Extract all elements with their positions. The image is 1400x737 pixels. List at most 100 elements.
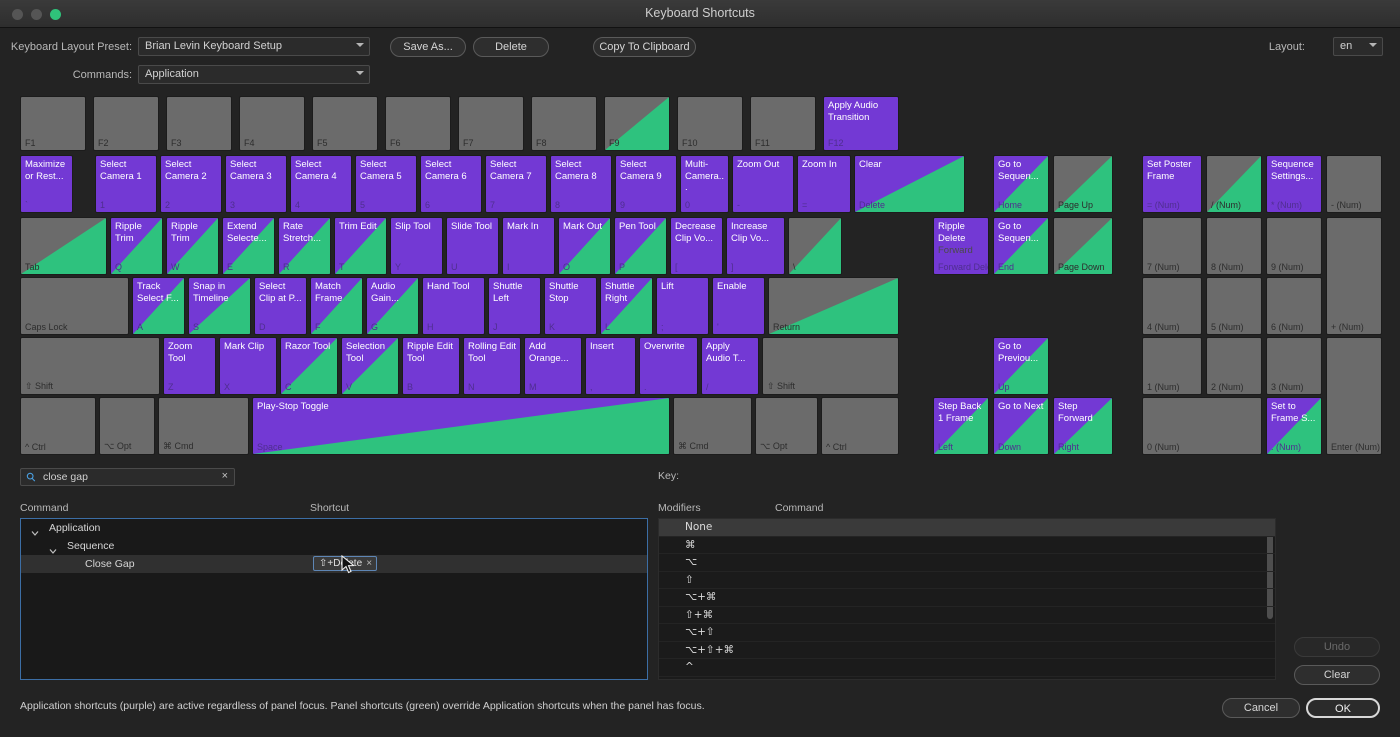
- key-0[interactable]: Multi-Camera...0: [680, 155, 729, 213]
- undo-button[interactable]: Undo: [1294, 637, 1380, 657]
- modifier-row[interactable]: ⇧: [659, 572, 1275, 590]
- key-s[interactable]: Snap in TimelineS: [188, 277, 251, 335]
- key-num[interactable]: Set Poster Frame= (Num): [1142, 155, 1202, 213]
- key-t[interactable]: Trim EditT: [334, 217, 387, 275]
- key-num[interactable]: Set to Frame S.... (Num): [1266, 397, 1322, 455]
- key-f10[interactable]: F10: [677, 96, 743, 151]
- key-[interactable]: Decrease Clip Vo...[: [670, 217, 723, 275]
- key-f7[interactable]: F7: [458, 96, 524, 151]
- key-5[interactable]: Select Camera 55: [355, 155, 417, 213]
- key-home[interactable]: Go to Sequen...Home: [993, 155, 1049, 213]
- key-end[interactable]: Go to Sequen...End: [993, 217, 1049, 275]
- key-3-num[interactable]: 3 (Num): [1266, 337, 1322, 395]
- key-[interactable]: Lift;: [656, 277, 709, 335]
- key-y[interactable]: Slip ToolY: [390, 217, 443, 275]
- key-f[interactable]: Match FrameF: [310, 277, 363, 335]
- save-as-button[interactable]: Save As...: [390, 37, 466, 57]
- key-f4[interactable]: F4: [239, 96, 305, 151]
- modifier-row[interactable]: ⌥: [659, 554, 1275, 572]
- key-3[interactable]: Select Camera 33: [225, 155, 287, 213]
- command-tree-row[interactable]: Application: [21, 519, 647, 537]
- key-opt[interactable]: ⌥ Opt: [755, 397, 818, 455]
- key-w[interactable]: Ripple TrimW: [166, 217, 219, 275]
- key-d[interactable]: Select Clip at P...D: [254, 277, 307, 335]
- key-num[interactable]: + (Num): [1326, 217, 1382, 335]
- key-l[interactable]: Shuttle RightL: [600, 277, 653, 335]
- key-shift[interactable]: ⇧ Shift: [20, 337, 160, 395]
- key-o[interactable]: Mark OutO: [558, 217, 611, 275]
- key-8[interactable]: Select Camera 88: [550, 155, 612, 213]
- ok-button[interactable]: OK: [1306, 698, 1380, 718]
- key-num[interactable]: - (Num): [1326, 155, 1382, 213]
- cancel-button[interactable]: Cancel: [1222, 698, 1300, 718]
- key-shift[interactable]: ⇧ Shift: [762, 337, 899, 395]
- key-ctrl[interactable]: ^ Ctrl: [821, 397, 899, 455]
- delete-button[interactable]: Delete: [473, 37, 549, 57]
- key-8-num[interactable]: 8 (Num): [1206, 217, 1262, 275]
- modifier-row[interactable]: None: [659, 519, 1275, 537]
- key-f12[interactable]: Apply Audio TransitionF12: [823, 96, 899, 151]
- key-f5[interactable]: F5: [312, 96, 378, 151]
- modifier-row[interactable]: ⇧+⌘: [659, 607, 1275, 625]
- modifier-row[interactable]: ⌥+⌘: [659, 589, 1275, 607]
- key-[interactable]: Zoom Out-: [732, 155, 794, 213]
- search-input[interactable]: close gap ×: [20, 468, 235, 486]
- key-f8[interactable]: F8: [531, 96, 597, 151]
- remove-shortcut-icon[interactable]: ×: [366, 557, 372, 570]
- key-page-up[interactable]: Page Up: [1053, 155, 1113, 213]
- key-[interactable]: Apply Audio T.../: [701, 337, 759, 395]
- key-delete[interactable]: ClearDelete: [854, 155, 965, 213]
- key-page-down[interactable]: Page Down: [1053, 217, 1113, 275]
- key-up[interactable]: Go to Previou...Up: [993, 337, 1049, 395]
- key-enter-num[interactable]: Enter (Num): [1326, 337, 1382, 455]
- key-m[interactable]: Add Orange...M: [524, 337, 582, 395]
- key-caps-lock[interactable]: Caps Lock: [20, 277, 129, 335]
- command-tree-row[interactable]: Close Gap⇧+Delete×: [21, 555, 647, 573]
- key-7-num[interactable]: 7 (Num): [1142, 217, 1202, 275]
- key-f9[interactable]: F9: [604, 96, 670, 151]
- key-e[interactable]: Extend Selecte...E: [222, 217, 275, 275]
- key-num[interactable]: Sequence Settings...* (Num): [1266, 155, 1322, 213]
- command-tree-row[interactable]: Sequence: [21, 537, 647, 555]
- modifier-row[interactable]: ⌥+⇧: [659, 624, 1275, 642]
- modifier-row[interactable]: ⌘: [659, 537, 1275, 555]
- key-k[interactable]: Shuttle StopK: [544, 277, 597, 335]
- key-x[interactable]: Mark ClipX: [219, 337, 277, 395]
- key-n[interactable]: Rolling Edit ToolN: [463, 337, 521, 395]
- key-tab[interactable]: Tab: [20, 217, 107, 275]
- key-[interactable]: Maximize or Rest...`: [20, 155, 73, 213]
- key-7[interactable]: Select Camera 77: [485, 155, 547, 213]
- key-z[interactable]: Zoom ToolZ: [163, 337, 216, 395]
- key-f1[interactable]: F1: [20, 96, 86, 151]
- key-g[interactable]: Audio Gain...G: [366, 277, 419, 335]
- key-[interactable]: Insert,: [585, 337, 636, 395]
- clear-button[interactable]: Clear: [1294, 665, 1380, 685]
- key-right[interactable]: Step ForwardRight: [1053, 397, 1113, 455]
- key-p[interactable]: Pen ToolP: [614, 217, 667, 275]
- key-ctrl[interactable]: ^ Ctrl: [20, 397, 96, 455]
- key-9[interactable]: Select Camera 99: [615, 155, 677, 213]
- key-q[interactable]: Ripple TrimQ: [110, 217, 163, 275]
- key-h[interactable]: Hand ToolH: [422, 277, 485, 335]
- modifiers-list[interactable]: None⌘⌥⇧⌥+⌘⇧+⌘⌥+⇧⌥+⇧+⌘^^+⌘: [658, 518, 1276, 680]
- key-b[interactable]: Ripple Edit ToolB: [402, 337, 460, 395]
- key-f11[interactable]: F11: [750, 96, 816, 151]
- key-4-num[interactable]: 4 (Num): [1142, 277, 1202, 335]
- modifier-row[interactable]: ^+⌘: [659, 677, 1275, 681]
- key-f2[interactable]: F2: [93, 96, 159, 151]
- key-forward-delete[interactable]: Ripple DeleteForwardForward Delete: [933, 217, 989, 275]
- key-return[interactable]: Return: [768, 277, 899, 335]
- key-j[interactable]: Shuttle LeftJ: [488, 277, 541, 335]
- chevron-down-icon[interactable]: [49, 542, 57, 550]
- key-9-num[interactable]: 9 (Num): [1266, 217, 1322, 275]
- key-v[interactable]: Selection ToolV: [341, 337, 399, 395]
- key-u[interactable]: Slide ToolU: [446, 217, 499, 275]
- key-[interactable]: Enable': [712, 277, 765, 335]
- key-1-num[interactable]: 1 (Num): [1142, 337, 1202, 395]
- key-down[interactable]: Go to NextDown: [993, 397, 1049, 455]
- preset-select[interactable]: Brian Levin Keyboard Setup: [138, 37, 370, 56]
- key-[interactable]: Increase Clip Vo...]: [726, 217, 785, 275]
- command-tree[interactable]: ApplicationSequenceClose Gap⇧+Delete×: [20, 518, 648, 680]
- key-4[interactable]: Select Camera 44: [290, 155, 352, 213]
- layout-select[interactable]: en: [1333, 37, 1383, 56]
